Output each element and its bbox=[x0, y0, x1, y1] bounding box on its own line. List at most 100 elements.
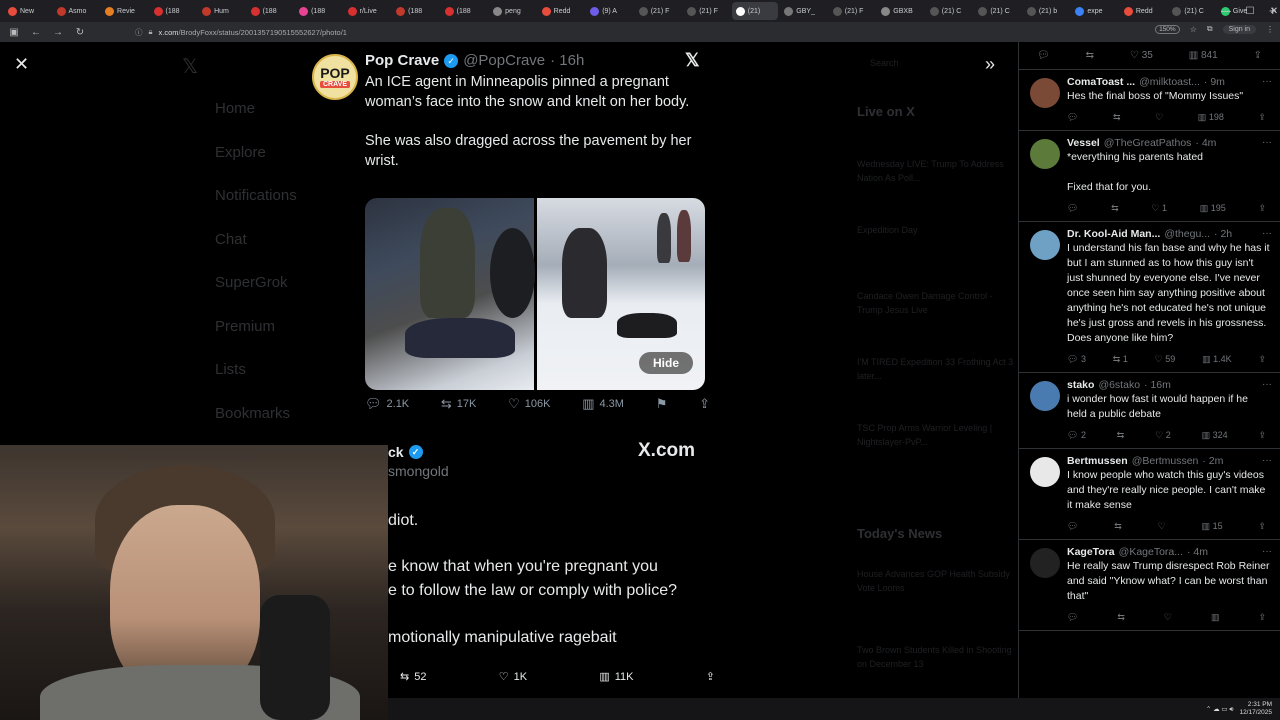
sidebar-toggle-icon[interactable]: ▣ bbox=[8, 27, 20, 38]
browser-tab[interactable]: (188 bbox=[150, 2, 197, 20]
views-button[interactable]: ▥ 4.3M bbox=[582, 396, 624, 412]
avatar[interactable] bbox=[1030, 457, 1060, 487]
reply-item[interactable]: ComaToast ... @milktoast... · 9m ··· Hes the… bbox=[1019, 70, 1280, 131]
share-button[interactable]: ⇪ bbox=[1258, 430, 1266, 441]
repost-button[interactable]: ⇆ 52 bbox=[400, 670, 426, 684]
share-button[interactable]: ⇪ bbox=[1258, 521, 1266, 532]
browser-tab[interactable]: Redd bbox=[1120, 2, 1167, 20]
reply-author-handle[interactable]: @6stako bbox=[1098, 379, 1140, 391]
reply-author-name[interactable]: Bertmussen bbox=[1067, 455, 1128, 467]
like-button[interactable]: ♡ 2 bbox=[1155, 430, 1171, 441]
browser-tab[interactable]: (9) A bbox=[586, 2, 633, 20]
tray-icons[interactable]: ⌃ ☁ ▭ 🔊︎ bbox=[1206, 705, 1234, 714]
hide-button[interactable]: Hide bbox=[638, 352, 693, 374]
extensions-icon[interactable]: ⧉ bbox=[1207, 24, 1213, 34]
reply-time[interactable]: · 2m bbox=[1202, 455, 1223, 467]
repost-icon[interactable]: ⇆ bbox=[1086, 50, 1094, 61]
reply-button[interactable]: 💬︎ bbox=[1067, 521, 1078, 532]
browser-tab[interactable]: Revie bbox=[101, 2, 148, 20]
browser-tab[interactable]: (21) bbox=[731, 2, 779, 20]
like-button[interactable]: ♡ 1K bbox=[499, 670, 527, 684]
close-window-button[interactable]: ✕ bbox=[1256, 0, 1280, 22]
like-button[interactable]: ♡ 59 bbox=[1155, 354, 1176, 365]
reply-button[interactable]: 💬︎ 3 bbox=[1067, 354, 1086, 365]
browser-tab[interactable]: GBY_ bbox=[780, 2, 827, 20]
repost-button[interactable]: ⇆ bbox=[1117, 612, 1125, 623]
like-button[interactable]: ♡ bbox=[1158, 521, 1166, 532]
reply-time[interactable]: · 9m bbox=[1204, 76, 1225, 88]
reply-button[interactable]: 💬︎ 2 bbox=[1067, 430, 1086, 441]
browser-tab[interactable]: r/Live bbox=[344, 2, 391, 20]
avatar[interactable] bbox=[1030, 78, 1060, 108]
like-button[interactable]: ♡ bbox=[1164, 612, 1172, 623]
share-button[interactable]: ⇪ bbox=[699, 396, 710, 412]
reply-item[interactable]: Bertmussen @Bertmussen · 2m ··· I know peopl… bbox=[1019, 449, 1280, 540]
like-button[interactable]: ♡ bbox=[1155, 112, 1163, 123]
share-button[interactable]: ⇪ bbox=[1258, 203, 1266, 214]
reply-item[interactable]: Vessel @TheGreatPathos · 4m ··· *everything … bbox=[1019, 131, 1280, 222]
repost-button[interactable]: ⇆ bbox=[1111, 203, 1119, 214]
reply-time[interactable]: · 2h bbox=[1214, 228, 1232, 240]
reply-button[interactable]: 💬︎ bbox=[1067, 203, 1078, 214]
avatar[interactable] bbox=[1030, 139, 1060, 169]
reply-author-handle[interactable]: @KageTora... bbox=[1119, 546, 1183, 558]
browser-tab[interactable]: peng bbox=[489, 2, 536, 20]
more-options-icon[interactable]: ··· bbox=[1262, 546, 1272, 557]
reply-author-name[interactable]: ck bbox=[388, 444, 404, 460]
reply-button[interactable]: 💬︎ bbox=[1067, 112, 1078, 123]
bookmark-button[interactable]: ⚑ bbox=[656, 396, 668, 412]
expand-replies-icon[interactable]: » bbox=[985, 54, 995, 75]
more-options-icon[interactable]: ··· bbox=[1262, 228, 1272, 239]
reply-author-handle[interactable]: @TheGreatPathos bbox=[1104, 137, 1192, 149]
reply-item[interactable]: Dr. Kool-Aid Man... @thegu... · 2h ··· I und… bbox=[1019, 222, 1280, 373]
url-field[interactable]: ⓘ 🔒︎ x.com/BrodyFoxx/status/200135719051… bbox=[135, 25, 1065, 39]
share-button[interactable]: ⇪ bbox=[1258, 112, 1266, 123]
reply-button[interactable]: 💬︎ 2.1K bbox=[365, 396, 409, 412]
close-media-button[interactable]: ✕ bbox=[14, 54, 29, 75]
browser-tab[interactable]: Asmo bbox=[53, 2, 100, 20]
avatar[interactable] bbox=[1030, 381, 1060, 411]
reply-item[interactable]: stako @6stako · 16m ··· i wonder how fast it… bbox=[1019, 373, 1280, 449]
more-options-icon[interactable]: ··· bbox=[1262, 137, 1272, 148]
avatar[interactable]: POP CRAVE bbox=[312, 54, 358, 100]
repost-button[interactable]: ⇆ bbox=[1113, 112, 1121, 123]
more-options-icon[interactable]: ··· bbox=[1262, 76, 1272, 87]
share-button[interactable]: ⇪ bbox=[1258, 612, 1266, 623]
author-handle[interactable]: @PopCrave bbox=[463, 52, 545, 69]
reply-time[interactable]: · 4m bbox=[1195, 137, 1216, 149]
reply-author-name[interactable]: KageTora bbox=[1067, 546, 1115, 558]
reply-icon[interactable]: 💬︎ bbox=[1037, 50, 1050, 61]
browser-tab[interactable]: Redd bbox=[538, 2, 585, 20]
browser-tab[interactable]: (21) b bbox=[1023, 2, 1070, 20]
zoom-badge[interactable]: 150% bbox=[1155, 24, 1180, 34]
avatar[interactable] bbox=[1030, 548, 1060, 578]
menu-icon[interactable]: ⋮ bbox=[1266, 25, 1274, 34]
tweet-time[interactable]: · 16h bbox=[550, 52, 584, 69]
reply-author-handle[interactable]: @Bertmussen bbox=[1132, 455, 1199, 467]
reload-icon[interactable]: ↻ bbox=[74, 27, 86, 38]
views-button[interactable]: ▥ 11K bbox=[599, 670, 633, 684]
reply-button[interactable]: 💬︎ bbox=[1067, 612, 1078, 623]
reply-author-handle[interactable]: @thegu... bbox=[1164, 228, 1210, 240]
views-button[interactable]: ▥ 198 bbox=[1198, 112, 1224, 123]
share-icon[interactable]: ⇪ bbox=[1254, 50, 1262, 61]
more-options-icon[interactable]: ··· bbox=[1262, 455, 1272, 466]
browser-tab[interactable]: (188 bbox=[441, 2, 488, 20]
reply-author-name[interactable]: Vessel bbox=[1067, 137, 1100, 149]
reply-author-name[interactable]: ComaToast ... bbox=[1067, 76, 1135, 88]
browser-tab[interactable]: (188 bbox=[247, 2, 294, 20]
avatar[interactable] bbox=[1030, 230, 1060, 260]
browser-tab[interactable]: (188 bbox=[392, 2, 439, 20]
reply-author-handle[interactable]: smongold bbox=[388, 463, 449, 479]
browser-tab[interactable]: (21) F bbox=[683, 2, 730, 20]
x-icon[interactable]: 𝕏 bbox=[685, 50, 700, 71]
views-button[interactable]: ▥ 1.4K bbox=[1202, 354, 1232, 365]
media-photo-2[interactable]: Hide bbox=[536, 198, 705, 390]
browser-tab[interactable]: (21) C bbox=[974, 2, 1021, 20]
back-icon[interactable]: ← bbox=[30, 27, 42, 38]
reply-author-handle[interactable]: @milktoast... bbox=[1139, 76, 1200, 88]
reply-time[interactable]: · 16m bbox=[1144, 379, 1171, 391]
author-name[interactable]: Pop Crave bbox=[365, 52, 439, 69]
browser-tab[interactable]: expe bbox=[1071, 2, 1118, 20]
repost-button[interactable]: ⇆ 1 bbox=[1113, 354, 1128, 365]
